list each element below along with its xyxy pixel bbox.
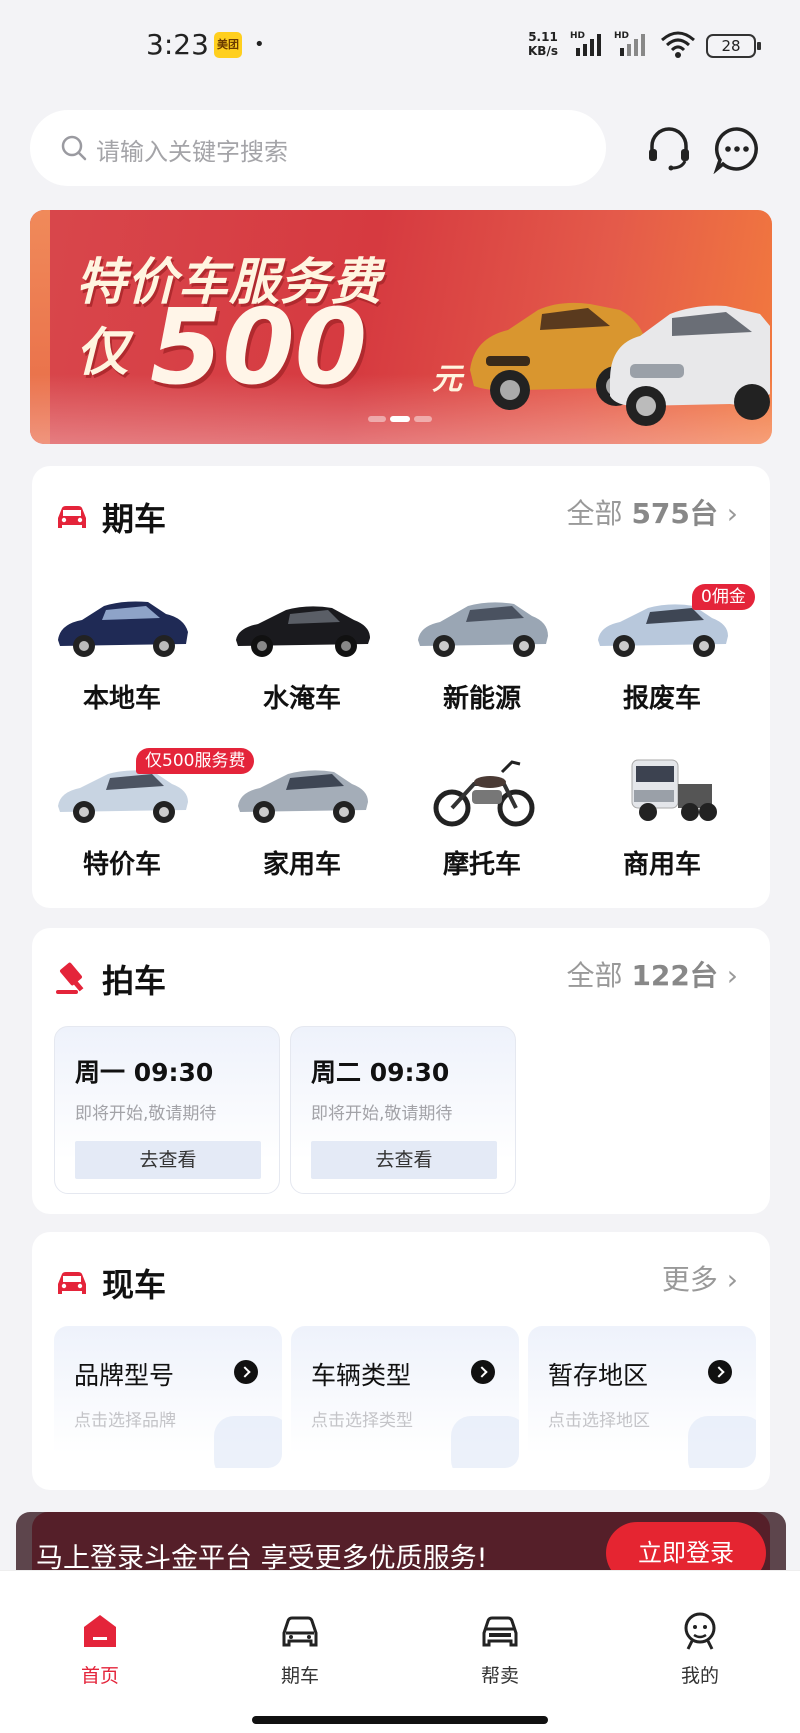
qiche-view-all-link[interactable]: 全部 575台 ›	[567, 492, 738, 532]
search-placeholder: 请输入关键字搜索	[96, 138, 288, 166]
category-label: 摩托车	[442, 850, 521, 880]
qiche-section: 期车 全部 575台 › 本地车 水淹车 新能源 报废车 0佣金 特价车 仅50…	[32, 466, 770, 908]
view-auction-button[interactable]: 去查看	[75, 1141, 261, 1179]
xianche-section: 现车 更多 › 品牌型号 点击选择品牌 车辆类型 点击选择类型 暂存地区 点击选…	[32, 1232, 770, 1490]
gavel-icon	[56, 962, 84, 994]
wifi-icon	[661, 31, 695, 58]
svg-text:HD: HD	[614, 31, 629, 41]
storage-region-filter[interactable]: 暂存地区 点击选择地区	[528, 1326, 756, 1468]
truck-image	[631, 759, 717, 821]
tab-home[interactable]: 首页	[40, 1611, 160, 1691]
banner-pagination	[368, 416, 438, 424]
sedan-dark-blue-image	[58, 601, 188, 657]
category-label: 水淹车	[262, 684, 341, 714]
home-indicator	[252, 1716, 548, 1724]
category-family-car[interactable]: 家用车	[212, 750, 392, 900]
arrow-right-icon	[708, 1360, 732, 1384]
network-speed: 5.11 KB/s	[528, 30, 558, 58]
profile-icon	[684, 1612, 716, 1650]
category-local-car[interactable]: 本地车	[32, 584, 212, 734]
xianche-more-link[interactable]: 更多 ›	[662, 1258, 738, 1298]
tab-label: 首页	[80, 1665, 119, 1687]
headset-icon[interactable]	[644, 124, 694, 174]
auction-time: 周二 09:30	[311, 1058, 450, 1087]
category-motorcycle[interactable]: 摩托车	[392, 750, 572, 900]
signal-icon-2: HD	[614, 31, 645, 56]
category-label: 报废车	[622, 684, 701, 714]
section-title: 期车	[102, 500, 167, 538]
car-outline-icon	[282, 1616, 318, 1647]
banner-amount: 500	[150, 286, 368, 408]
search-icon	[61, 135, 87, 161]
arrow-right-icon	[471, 1360, 495, 1384]
tab-label: 我的	[680, 1665, 719, 1687]
search-bar[interactable]: 请输入关键字搜索	[30, 110, 606, 186]
vehicle-type-filter[interactable]: 车辆类型 点击选择类型	[291, 1326, 519, 1468]
tab-bangmai[interactable]: 帮卖	[440, 1611, 560, 1691]
motorcycle-image	[433, 760, 535, 827]
category-commercial-vehicle[interactable]: 商用车	[572, 750, 752, 900]
tab-profile[interactable]: 我的	[640, 1611, 760, 1691]
meituan-app-icon: 美团	[214, 32, 242, 58]
filter-decoration	[451, 1416, 519, 1468]
category-label: 家用车	[262, 850, 341, 880]
tab-label: 期车	[280, 1665, 319, 1687]
auction-status: 即将开始,敬请期待	[311, 1104, 453, 1124]
banner-prefix: 仅	[76, 323, 129, 383]
auction-time: 周一 09:30	[75, 1058, 214, 1087]
car-sell-icon	[482, 1616, 518, 1647]
category-label: 商用车	[622, 850, 701, 880]
filter-title: 品牌型号	[74, 1361, 175, 1390]
bottom-tab-bar: 首页 期车 帮卖 我的	[0, 1570, 800, 1733]
section-title: 拍车	[102, 962, 167, 1000]
filter-decoration	[688, 1416, 756, 1468]
sedan-silver-image	[418, 602, 548, 657]
auction-status: 即将开始,敬请期待	[75, 1104, 217, 1124]
view-auction-button[interactable]: 去查看	[311, 1141, 497, 1179]
tab-label: 帮卖	[480, 1665, 519, 1687]
home-icon	[84, 1615, 116, 1647]
promo-banner[interactable]: 特价车服务费 仅 500 元	[30, 210, 772, 444]
filter-hint: 点击选择品牌	[74, 1411, 176, 1431]
brand-model-filter[interactable]: 品牌型号 点击选择品牌	[54, 1326, 282, 1468]
clock: 3:23	[146, 28, 209, 61]
filter-hint: 点击选择地区	[548, 1411, 650, 1431]
status-bar: 3:23 美团 • 5.11 KB/s HD HD 28	[0, 0, 800, 92]
paiche-view-all-link[interactable]: 全部 122台 ›	[567, 954, 738, 994]
auction-session-card[interactable]: 周二 09:30 即将开始,敬请期待 去查看	[290, 1026, 516, 1194]
arrow-right-icon	[234, 1360, 258, 1384]
sedan-grey-image	[238, 770, 368, 823]
auction-session-card[interactable]: 周一 09:30 即将开始,敬请期待 去查看	[54, 1026, 280, 1194]
paiche-section: 拍车 全部 122台 › 周一 09:30 即将开始,敬请期待 去查看 周二 0…	[32, 928, 770, 1214]
banner-unit: 元	[432, 362, 462, 397]
banner-cars-image	[470, 302, 770, 426]
battery-indicator: 28	[706, 34, 761, 58]
chat-icon[interactable]	[712, 124, 762, 174]
filter-hint: 点击选择类型	[311, 1411, 413, 1431]
filter-decoration	[214, 1416, 282, 1468]
filter-title: 车辆类型	[311, 1361, 412, 1390]
svg-text:HD: HD	[570, 31, 585, 41]
zero-commission-badge: 0佣金	[692, 584, 755, 610]
category-label: 特价车	[82, 850, 161, 880]
category-label: 本地车	[82, 684, 161, 714]
section-title: 现车	[102, 1266, 167, 1304]
signal-icon: HD	[570, 31, 601, 56]
category-label: 新能源	[442, 684, 521, 714]
sports-car-black-image	[236, 606, 370, 657]
car-icon	[58, 506, 86, 528]
car-icon	[58, 1272, 86, 1294]
filter-title: 暂存地区	[548, 1361, 649, 1390]
category-flooded-car[interactable]: 水淹车	[212, 584, 392, 734]
notification-dot: •	[254, 34, 265, 55]
category-new-energy[interactable]: 新能源	[392, 584, 572, 734]
tab-qiche[interactable]: 期车	[240, 1611, 360, 1691]
